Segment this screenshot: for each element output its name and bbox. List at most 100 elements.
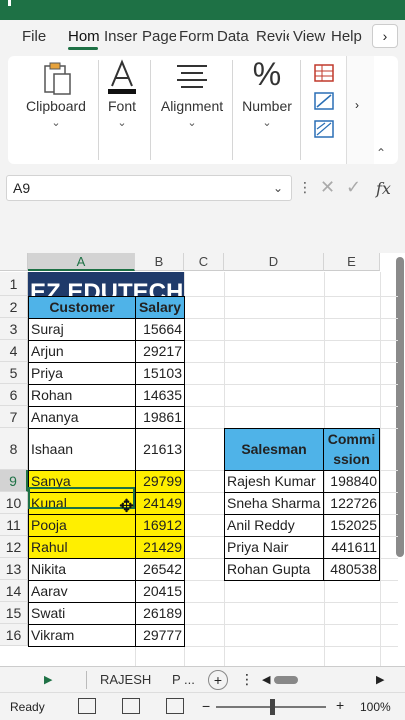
row-header[interactable]: 12 [0, 536, 28, 558]
ribbon-group-font[interactable]: Font ⌄ [100, 56, 144, 156]
salary-cell[interactable]: 19861 [135, 406, 185, 429]
cancel-icon[interactable]: ✕ [320, 177, 335, 198]
customer-name-cell[interactable]: Nikita [28, 558, 136, 581]
conditional-format-icon[interactable] [314, 64, 334, 82]
commission-header-cell[interactable]: Commi ssion [323, 428, 380, 471]
row-header[interactable]: 9 [0, 470, 28, 492]
row-header[interactable]: 1 [0, 272, 28, 296]
row-header[interactable]: 3 [0, 318, 28, 340]
customer-name-cell[interactable]: Rohan [28, 384, 136, 407]
row-header[interactable]: 13 [0, 558, 28, 580]
salary-cell[interactable]: 24149 [135, 492, 185, 515]
tab-review[interactable]: Revie [256, 28, 289, 45]
row-header[interactable]: 7 [0, 406, 28, 428]
ribbon-group-number[interactable]: % Number ⌄ [240, 56, 294, 156]
sheet-tab-p[interactable]: P ... [172, 670, 195, 690]
salary-cell[interactable]: 21429 [135, 536, 185, 559]
salary-cell[interactable]: 29777 [135, 624, 185, 647]
zoom-level[interactable]: 100% [360, 700, 391, 714]
customer-name-cell[interactable]: Suraj [28, 318, 136, 341]
tab-page-layout[interactable]: Page [142, 28, 176, 45]
cell-styles-icon[interactable] [314, 120, 334, 138]
salary-cell[interactable]: 14635 [135, 384, 185, 407]
salary-header-cell[interactable]: Salary [135, 296, 185, 319]
row-header[interactable]: 14 [0, 580, 28, 602]
collapse-ribbon-icon[interactable]: ⌃ [376, 146, 386, 160]
tab-help[interactable]: Help [331, 28, 365, 45]
tab-data[interactable]: Data [217, 28, 253, 45]
ribbon-group-alignment[interactable]: Alignment ⌄ [158, 56, 226, 156]
page-break-view-icon[interactable] [166, 698, 184, 714]
scroll-right-icon[interactable]: ▶ [376, 673, 384, 686]
customer-name-cell[interactable]: Swati [28, 602, 136, 625]
salary-cell[interactable]: 26542 [135, 558, 185, 581]
salesman-name-cell[interactable]: Priya Nair [224, 536, 324, 559]
select-all-corner[interactable] [0, 253, 28, 271]
ribbon-more-button[interactable]: › [346, 56, 374, 164]
worksheet-grid[interactable]: A B C D E 1 2 3 4 5 6 7 8 9 10 11 12 13 14 15 16 EZ EDUTECH Cu… [0, 253, 405, 666]
tab-file[interactable]: File [22, 28, 50, 45]
column-header-e[interactable]: E [324, 253, 380, 271]
salesman-name-cell[interactable]: Sneha Sharma [224, 492, 324, 515]
customer-name-cell[interactable]: Arjun [28, 340, 136, 363]
row-header[interactable]: 15 [0, 602, 28, 624]
commission-value-cell[interactable]: 441611 [323, 536, 380, 559]
customer-name-cell[interactable]: Rahul [28, 536, 136, 559]
scroll-left-icon[interactable]: ◀ [262, 673, 270, 686]
horizontal-scrollbar[interactable] [274, 676, 298, 684]
salary-cell[interactable]: 29217 [135, 340, 185, 363]
tab-formulas[interactable]: Form [179, 28, 213, 45]
salesman-name-cell[interactable]: Rohan Gupta [224, 558, 324, 581]
customer-name-cell[interactable]: Ishaan [28, 428, 136, 471]
customer-name-cell[interactable]: Vikram [28, 624, 136, 647]
sheet-tab-rajesh[interactable]: RAJESH [100, 670, 151, 690]
salary-cell[interactable]: 26189 [135, 602, 185, 625]
column-header-d[interactable]: D [224, 253, 324, 271]
row-header[interactable]: 5 [0, 362, 28, 384]
salary-cell[interactable]: 16912 [135, 514, 185, 537]
ribbon-group-clipboard[interactable]: Clipboard ⌄ [16, 56, 96, 156]
customer-name-cell[interactable]: Pooja [28, 514, 136, 537]
column-header-c[interactable]: C [184, 253, 224, 271]
more-options-icon[interactable]: ⋮ [298, 179, 312, 196]
format-as-table-icon[interactable] [314, 92, 334, 110]
salary-cell[interactable]: 20415 [135, 580, 185, 603]
salary-cell[interactable]: 15103 [135, 362, 185, 385]
row-header[interactable]: 8 [0, 428, 28, 470]
normal-view-icon[interactable] [78, 698, 96, 714]
tab-home[interactable]: Hom [68, 28, 99, 45]
customer-name-cell[interactable]: Priya [28, 362, 136, 385]
row-header[interactable]: 11 [0, 514, 28, 536]
commission-value-cell[interactable]: 198840 [323, 470, 380, 493]
zoom-in-icon[interactable]: + [336, 697, 344, 713]
enter-icon[interactable]: ✓ [346, 177, 361, 198]
commission-value-cell[interactable]: 480538 [323, 558, 380, 581]
salary-cell[interactable]: 29799 [135, 470, 185, 493]
add-sheet-button[interactable]: + [208, 670, 228, 690]
commission-value-cell[interactable]: 152025 [323, 514, 380, 537]
column-header-b[interactable]: B [135, 253, 184, 271]
salary-cell[interactable]: 21613 [135, 428, 185, 471]
customer-header-cell[interactable]: Customer [28, 296, 136, 319]
column-header-a[interactable]: A [28, 253, 135, 271]
zoom-slider-thumb[interactable] [270, 699, 275, 715]
scroll-sheets-right-icon[interactable]: ▶ [44, 673, 52, 686]
page-layout-view-icon[interactable] [122, 698, 140, 714]
salary-cell[interactable]: 15664 [135, 318, 185, 341]
salesman-name-cell[interactable]: Anil Reddy [224, 514, 324, 537]
vertical-scrollbar[interactable] [396, 257, 404, 557]
row-header[interactable]: 4 [0, 340, 28, 362]
row-header[interactable]: 16 [0, 624, 28, 646]
row-header[interactable]: 10 [0, 492, 28, 514]
salesman-name-cell[interactable]: Rajesh Kumar [224, 470, 324, 493]
tab-view[interactable]: View [293, 28, 327, 45]
insert-function-icon[interactable]: fx [376, 179, 391, 198]
name-box[interactable]: A9 ⌄ [6, 175, 292, 201]
tab-insert[interactable]: Inser [104, 28, 138, 45]
customer-name-cell[interactable]: Aarav [28, 580, 136, 603]
customer-name-cell[interactable]: Ananya [28, 406, 136, 429]
zoom-out-icon[interactable]: − [202, 698, 210, 714]
more-options-icon[interactable]: ⋮ [240, 671, 254, 688]
row-header[interactable]: 2 [0, 296, 28, 318]
menu-more-button[interactable]: › [372, 24, 398, 48]
